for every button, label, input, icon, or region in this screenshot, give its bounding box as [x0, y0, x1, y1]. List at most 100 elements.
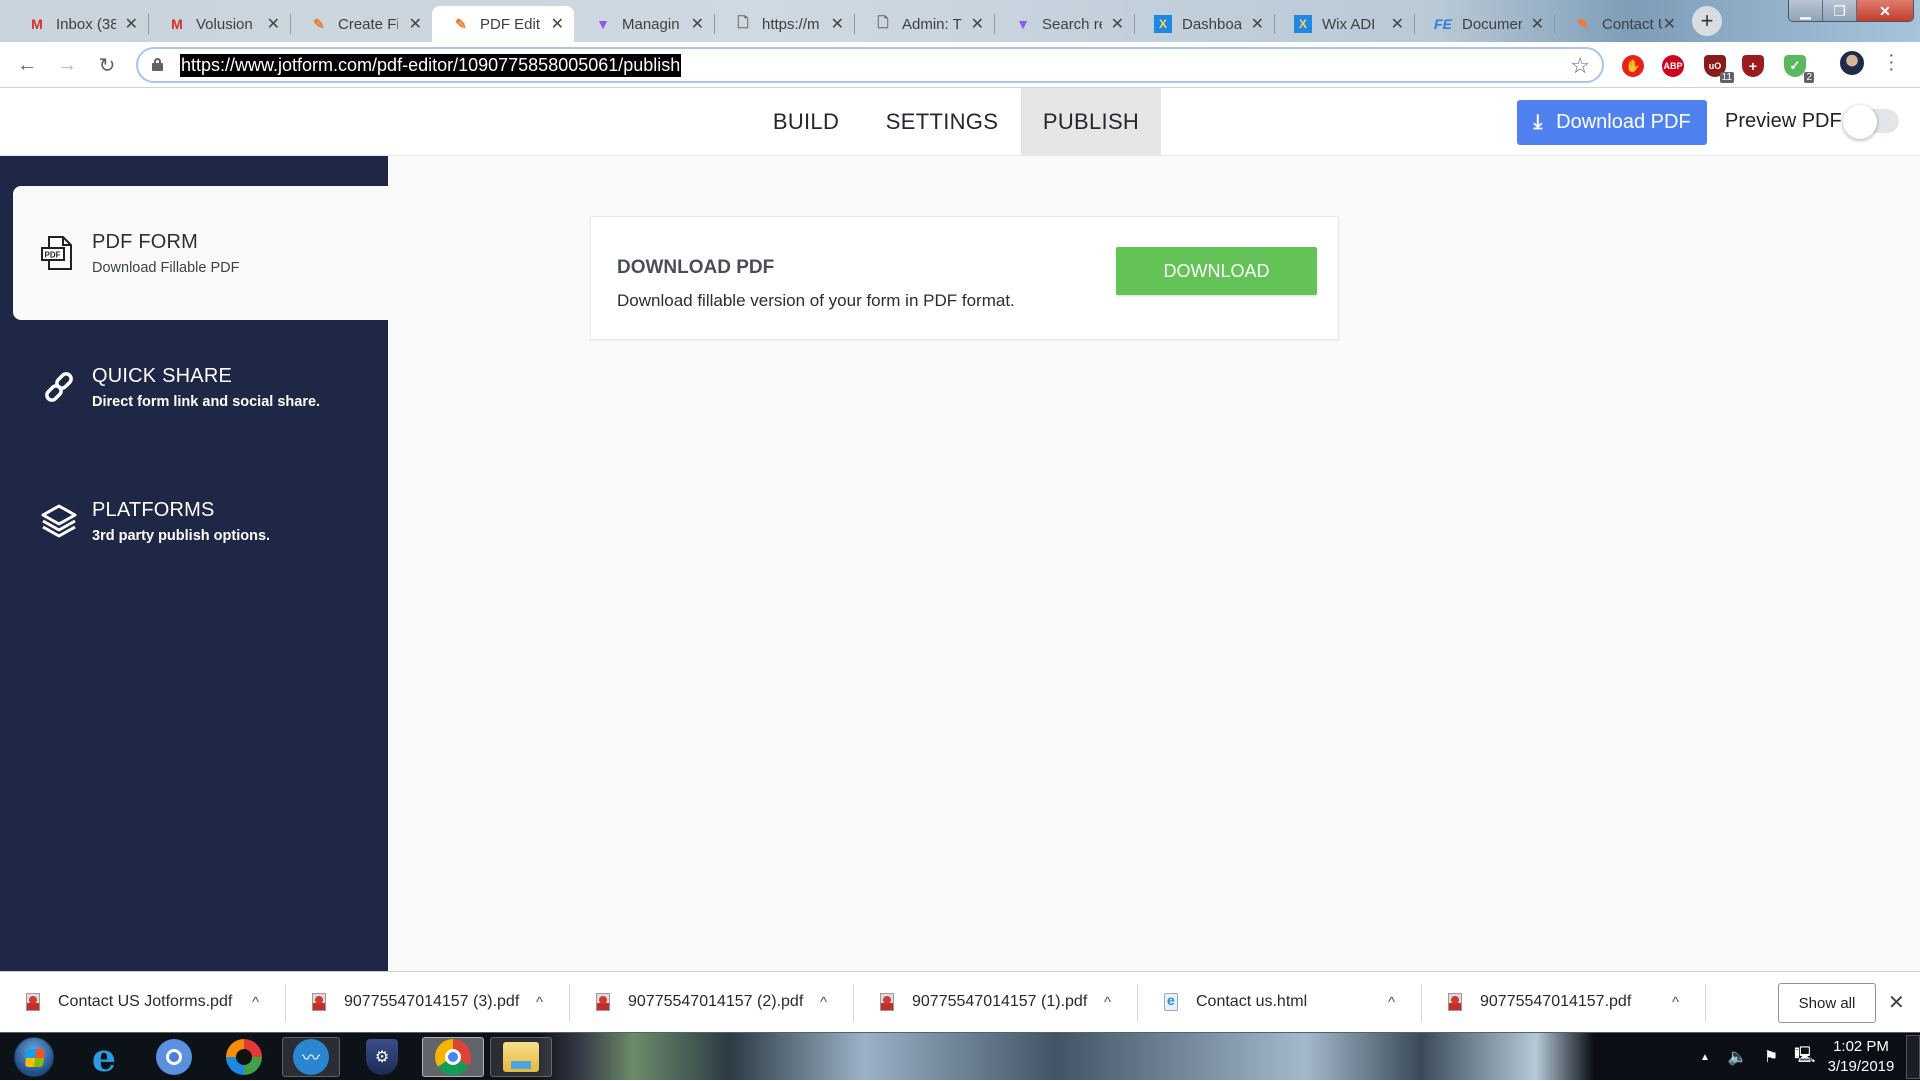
- taskbar-openoffice[interactable]: 〰: [282, 1037, 340, 1077]
- close-tab-icon[interactable]: ✕: [1251, 14, 1264, 34]
- action-center-flag-icon[interactable]: ⚑: [1764, 1047, 1778, 1067]
- gmail-icon: M: [171, 16, 183, 32]
- adblock-icon[interactable]: ✋: [1622, 55, 1644, 77]
- close-shelf-icon[interactable]: ✕: [1888, 990, 1905, 1015]
- browser-tab[interactable]: 🗋 Admin: T ✕: [854, 6, 995, 42]
- reload-button[interactable]: ↻: [94, 52, 120, 78]
- browser-tab[interactable]: ✎ Contact U ✕: [1554, 6, 1686, 42]
- taskbar-chromium[interactable]: [148, 1037, 200, 1077]
- shield-plus-icon[interactable]: +: [1742, 55, 1764, 77]
- browser-tab[interactable]: X Wix ADI ✕: [1274, 6, 1415, 42]
- show-desktop-button[interactable]: [1906, 1035, 1920, 1079]
- abp-icon[interactable]: ABP: [1662, 55, 1684, 77]
- browser-tab[interactable]: M Volusion ✕: [148, 6, 291, 42]
- taskbar-photo-app[interactable]: [218, 1037, 270, 1077]
- tab-build[interactable]: BUILD: [760, 88, 852, 155]
- chevron-up-icon[interactable]: ^: [252, 994, 259, 1011]
- close-tab-icon[interactable]: ✕: [691, 14, 704, 34]
- download-button[interactable]: DOWNLOAD: [1116, 247, 1317, 295]
- browser-tab-active[interactable]: ✎ PDF Edito ✕: [432, 6, 574, 42]
- browser-menu-icon[interactable]: · · ·: [1888, 45, 1895, 79]
- taskbar-file-explorer[interactable]: [490, 1037, 552, 1077]
- start-orb-icon: [14, 1037, 54, 1077]
- volume-icon[interactable]: 🔈: [1728, 1047, 1748, 1067]
- back-button[interactable]: ←: [14, 52, 40, 78]
- sidebar-item-title: QUICK SHARE: [92, 365, 233, 387]
- sidebar-item-quick-share[interactable]: QUICK SHARE Direct form link and social …: [13, 320, 388, 454]
- download-item[interactable]: Contact us.html ^: [1138, 972, 1422, 1032]
- download-item[interactable]: 90775547014157 (1).pdf ^: [854, 972, 1138, 1032]
- tab-settings[interactable]: SETTINGS: [872, 88, 1012, 155]
- browser-tab[interactable]: X Dashboa ✕: [1134, 6, 1275, 42]
- url-text[interactable]: https://www.jotform.com/pdf-editor/10907…: [180, 54, 682, 77]
- profile-avatar[interactable]: [1840, 51, 1864, 75]
- preview-pdf-label: Preview PDF: [1725, 110, 1842, 132]
- new-tab-button[interactable]: +: [1692, 6, 1722, 36]
- sidebar-item-title: PLATFORMS: [92, 499, 215, 521]
- close-tab-icon[interactable]: ✕: [831, 14, 844, 34]
- preview-pdf-toggle[interactable]: [1843, 105, 1901, 139]
- browser-tab[interactable]: FE Documer ✕: [1414, 6, 1555, 42]
- triangle-logo-icon: ▼: [596, 16, 610, 32]
- chevron-up-icon[interactable]: ^: [820, 994, 827, 1011]
- download-item[interactable]: 90775547014157 (2).pdf ^: [570, 972, 854, 1032]
- download-pdf-button[interactable]: ⤓ Download PDF: [1517, 100, 1707, 145]
- pdf-file-icon: [26, 993, 40, 1011]
- close-tab-icon[interactable]: ✕: [267, 14, 280, 34]
- browser-tab[interactable]: ✎ Create Fi ✕: [290, 6, 432, 42]
- sidebar-item-platforms[interactable]: PLATFORMS 3rd party publish options.: [13, 454, 388, 588]
- close-tab-icon[interactable]: ✕: [1531, 14, 1544, 34]
- tray-expand-icon[interactable]: ▲: [1700, 1052, 1710, 1063]
- green-check-shield-icon[interactable]: ✓ 2: [1784, 55, 1814, 83]
- close-tab-icon[interactable]: ✕: [1111, 14, 1124, 34]
- address-bar[interactable]: https://www.jotform.com/pdf-editor/10907…: [136, 47, 1604, 83]
- publish-sidebar: PDF PDF FORM Download Fillable PDF QUICK…: [0, 156, 388, 971]
- security-tool-icon: ⚙: [366, 1039, 398, 1075]
- download-item[interactable]: 90775547014157 (3).pdf ^: [286, 972, 570, 1032]
- download-item[interactable]: Contact US Jotforms.pdf ^: [0, 972, 286, 1032]
- browser-tab[interactable]: ▼ Managin ✕: [574, 6, 715, 42]
- system-tray: ▲ 🔈 ⚑ 🖳: [1700, 1033, 1816, 1081]
- restore-button[interactable]: ❐: [1823, 0, 1857, 21]
- gmail-icon: M: [31, 16, 43, 32]
- taskbar-security-tool[interactable]: ⚙: [356, 1037, 408, 1077]
- browser-tab[interactable]: 🗋 https://m ✕: [714, 6, 855, 42]
- close-tab-icon[interactable]: ✕: [551, 14, 564, 34]
- layers-icon: [41, 504, 77, 538]
- sidebar-item-subtitle: Download Fillable PDF: [92, 260, 240, 276]
- chromium-icon: [156, 1039, 192, 1075]
- browser-tab[interactable]: M Inbox (38 ✕: [8, 6, 149, 42]
- close-tab-icon[interactable]: ✕: [971, 14, 984, 34]
- start-button[interactable]: [8, 1037, 60, 1077]
- arrow-right-icon: →: [57, 53, 77, 76]
- browser-tab-strip: M Inbox (38 ✕ M Volusion ✕ ✎ Create Fi ✕…: [0, 0, 1920, 42]
- clock-time: 1:02 PM: [1833, 1038, 1889, 1055]
- close-tab-icon[interactable]: ✕: [1663, 14, 1676, 34]
- taskbar-chrome[interactable]: [422, 1037, 484, 1077]
- close-tab-icon[interactable]: ✕: [409, 14, 422, 34]
- close-tab-icon[interactable]: ✕: [125, 14, 138, 34]
- browser-tab[interactable]: ▼ Search re ✕: [994, 6, 1135, 42]
- pdf-file-icon: [880, 993, 894, 1011]
- tab-publish[interactable]: PUBLISH: [1021, 88, 1161, 155]
- show-all-button[interactable]: Show all: [1778, 983, 1876, 1023]
- chevron-up-icon[interactable]: ^: [1388, 994, 1395, 1011]
- chevron-up-icon[interactable]: ^: [536, 994, 543, 1011]
- ie-html-file-icon: [1164, 992, 1178, 1011]
- network-icon[interactable]: 🖳: [1794, 1044, 1815, 1071]
- chevron-up-icon[interactable]: ^: [1672, 994, 1679, 1011]
- page-icon: 🗋: [737, 14, 749, 30]
- close-window-button[interactable]: ✕: [1857, 0, 1913, 21]
- photo-app-icon: [226, 1039, 262, 1075]
- ublock-icon[interactable]: uO 11: [1704, 55, 1734, 83]
- close-tab-icon[interactable]: ✕: [1391, 14, 1404, 34]
- taskbar-clock[interactable]: 1:02 PM 3/19/2019: [1826, 1037, 1896, 1077]
- minimize-button[interactable]: ▁: [1789, 0, 1823, 21]
- download-item[interactable]: 90775547014157.pdf ^: [1422, 972, 1706, 1032]
- sidebar-item-pdf-form[interactable]: PDF PDF FORM Download Fillable PDF: [13, 186, 388, 320]
- app-header: BUILD SETTINGS PUBLISH ⤓ Download PDF Pr…: [0, 88, 1920, 156]
- forward-button[interactable]: →: [54, 52, 80, 78]
- taskbar-ie[interactable]: e: [78, 1035, 130, 1080]
- bookmark-star-icon[interactable]: ☆: [1570, 53, 1590, 79]
- chevron-up-icon[interactable]: ^: [1104, 994, 1111, 1011]
